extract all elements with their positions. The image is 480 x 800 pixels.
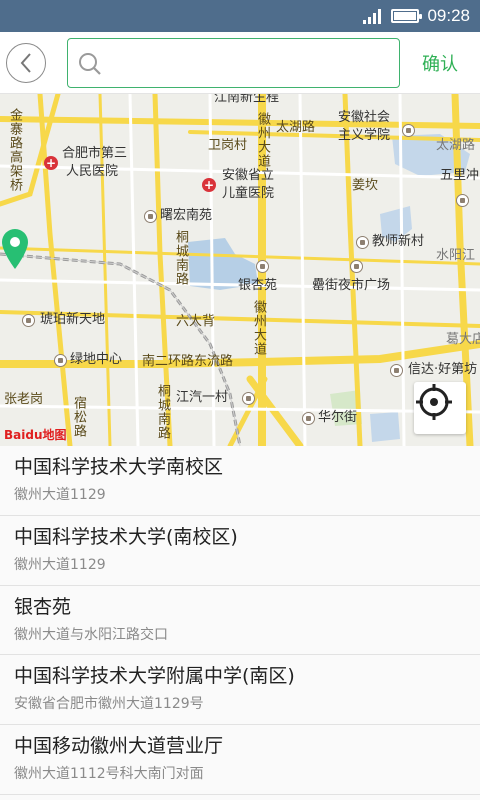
result-item[interactable]: 中国移动徽州大道营业厅 徽州大道1112号科大南门对面 [0,725,480,795]
poi-icon [390,364,403,377]
result-title: 中国科学技术大学(南校区) [14,525,238,548]
locate-button[interactable] [414,382,466,434]
map-label: 水阳江 [436,248,476,263]
map-label: 琥珀新天地 [40,312,106,327]
map-label: 太湖路 [436,138,476,153]
map-label: 华尔街 [318,410,358,425]
clock: 09:28 [427,6,470,25]
poi-icon [302,412,315,425]
map-label: 银杏苑 [238,278,278,293]
poi-icon [350,260,363,273]
map-label: 绿地中心 [70,352,123,367]
map-label: 桐城南路 [173,230,188,286]
map-label: 徽州大道 [255,112,270,168]
search-box[interactable] [67,38,400,88]
hospital-icon: + [202,178,216,192]
search-icon [79,53,101,75]
poi-icon [256,260,269,273]
map-label: 主义学院 [338,128,391,143]
chevron-left-icon [20,53,31,73]
status-bar: 09:28 [0,0,480,32]
result-address: 徽州大道与水阳江路交口 [14,626,168,643]
result-title: 中国科学技术大学南校区 [14,456,224,478]
map-label: 儿童医院 [222,186,275,201]
poi-icon [22,314,35,327]
map-label: 信达·好第坊 [408,362,478,377]
poi-icon [402,124,415,137]
map-label: 罍街夜市广场 [312,278,391,293]
result-address: 徽州大道1129 [14,487,106,503]
poi-icon [54,354,67,367]
crosshair-icon [416,384,452,420]
results-list: 中国科学技术大学南校区 徽州大道1129 中国科学技术大学(南校区) 徽州大道1… [0,446,480,800]
map-label: 姜坎 [352,178,379,193]
location-pin-icon [2,229,28,269]
map-label: 五里冲 [440,168,480,183]
map-label: 金寨路高架桥 [7,108,22,192]
map-label: 江南新生程 [214,94,280,105]
map-label: 卫岗村 [208,138,248,153]
result-item[interactable]: 银杏苑 徽州大道与水阳江路交口 [0,586,480,656]
map-label: 安徽省立 [222,168,275,183]
back-button[interactable] [6,43,46,83]
map-label: 教师新村 [372,234,425,249]
baidu-logo: Baidu地图 [4,425,67,443]
result-address: 安徽省合肥市徽州大道1129号 [14,696,204,713]
map-label: 合肥市第三 [62,146,128,161]
poi-icon [456,194,469,207]
map-label: 张老岗 [4,392,44,407]
map-label: 桐城南路 [155,384,170,440]
result-address: 徽州大道1112号科大南门对面 [14,766,204,783]
map-label: 六大背 [176,314,216,329]
map-label: 曙宏南苑 [160,208,213,223]
map-label: 南二环路东流路 [142,354,234,369]
confirm-button[interactable]: 确认 [404,38,476,88]
map-label: 江汽一村 [176,390,229,405]
map-view[interactable]: 江南新生程 金寨路高架桥 + 合肥市第三 人民医院 卫岗村 + 安徽省立 儿童医… [0,94,480,446]
result-title: 中国移动徽州大道营业厅 [14,735,224,758]
battery-icon [391,9,423,23]
result-item[interactable]: 中国科学技术大学(南校区) 徽州大道1129 [0,516,480,586]
map-label: 人民医院 [66,164,119,179]
search-header: 确认 [0,32,480,94]
poi-icon [144,210,157,223]
map-label: 宿松路 [71,396,86,438]
logo-text: Baidu地图 [4,427,67,442]
result-item[interactable]: 中国科学技术大学南校区 徽州大道1129 [0,446,480,516]
map-label: 葛大店 [446,332,480,347]
result-title: 中国科学技术大学附属中学(南区) [14,665,295,688]
result-title: 银杏苑 [14,595,72,618]
map-label: 太湖路 [276,120,316,135]
hospital-icon: + [44,156,58,170]
signal-icon [363,8,382,24]
map-label: 安徽社会 [338,110,391,125]
poi-icon [242,392,255,405]
map-label: 徽州大道 [251,300,266,356]
result-address: 徽州大道1129 [14,556,106,573]
poi-icon [356,236,369,249]
result-item[interactable]: 中国科学技术大学附属中学(南区) 安徽省合肥市徽州大道1129号 [0,655,480,726]
search-input[interactable] [108,47,388,79]
